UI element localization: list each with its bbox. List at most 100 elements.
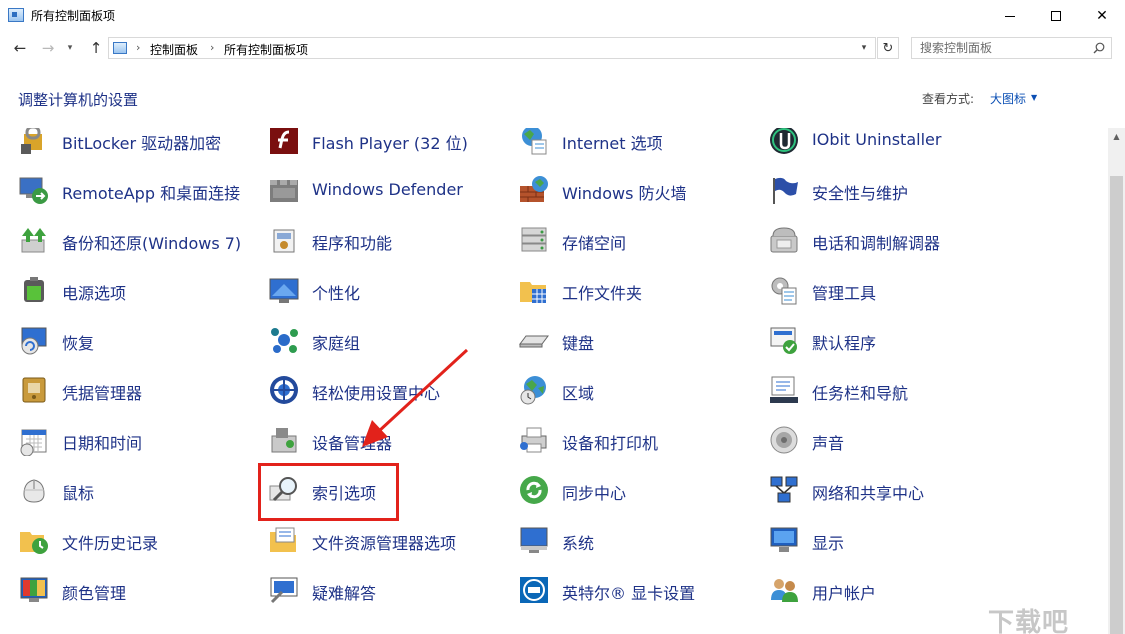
- scroll-thumb[interactable]: [1110, 176, 1123, 634]
- maximize-button[interactable]: [1033, 0, 1079, 32]
- bitlocker-icon: [18, 128, 50, 156]
- control-panel-item[interactable]: 区域: [518, 372, 758, 408]
- defender-icon: [268, 174, 300, 206]
- control-panel-item[interactable]: 凭据管理器: [18, 372, 258, 408]
- control-panel-item[interactable]: 任务栏和导航: [768, 372, 1008, 408]
- search-box[interactable]: [911, 37, 1112, 59]
- search-icon[interactable]: [1093, 42, 1105, 54]
- control-panel-item[interactable]: 文件资源管理器选项: [268, 522, 508, 558]
- battery-icon: [18, 274, 50, 306]
- control-panel-item[interactable]: Flash Player (32 位): [268, 128, 508, 158]
- chevron-down-icon[interactable]: ▼: [1031, 93, 1037, 102]
- control-panel-item-label: 用户帐户: [812, 580, 876, 604]
- control-panel-item[interactable]: 显示: [768, 522, 1008, 558]
- control-panel-item[interactable]: Windows Defender: [268, 172, 508, 208]
- control-panel-item-label: 个性化: [312, 280, 360, 304]
- control-panel-item[interactable]: 安全性与维护: [768, 172, 1008, 208]
- forward-button[interactable]: →: [38, 38, 58, 58]
- control-panel-item[interactable]: 程序和功能: [268, 222, 508, 258]
- scroll-up-button[interactable]: ▲: [1108, 128, 1125, 145]
- breadcrumb-all-items[interactable]: 所有控制面板项: [224, 41, 308, 58]
- minimize-button[interactable]: [987, 0, 1033, 32]
- control-panel-item[interactable]: 备份和还原(Windows 7): [18, 222, 258, 258]
- control-panel-item[interactable]: Internet 选项: [518, 128, 758, 158]
- control-panel-item[interactable]: 恢复: [18, 322, 258, 358]
- control-panel-item-label: 工作文件夹: [562, 280, 642, 304]
- control-panel-item-label: 英特尔® 显卡设置: [562, 580, 695, 604]
- control-panel-item[interactable]: IObit Uninstaller: [768, 128, 1008, 158]
- control-panel-item-label: Windows Defender: [312, 180, 463, 199]
- backup-icon: [18, 224, 50, 256]
- control-panel-item[interactable]: 电源选项: [18, 272, 258, 308]
- control-panel-item[interactable]: 疑难解答: [268, 572, 508, 608]
- datetime-icon: [18, 424, 50, 456]
- control-panel-item-label: 家庭组: [312, 330, 360, 354]
- iobit-icon: [768, 128, 800, 156]
- control-panel-item[interactable]: 用户帐户: [768, 572, 1008, 608]
- forward-arrow-icon: →: [42, 39, 55, 57]
- keyboard-icon: [518, 324, 550, 356]
- control-panel-item[interactable]: 英特尔® 显卡设置: [518, 572, 758, 608]
- control-panel-item[interactable]: 颜色管理: [18, 572, 258, 608]
- control-panel-item-label: 设备和打印机: [562, 430, 658, 454]
- control-panel-item[interactable]: 设备和打印机: [518, 422, 758, 458]
- chevron-down-icon: ▾: [862, 43, 867, 53]
- control-panel-item[interactable]: 存储空间: [518, 222, 758, 258]
- back-button[interactable]: ←: [10, 38, 30, 58]
- control-panel-item-label: 区域: [562, 380, 594, 404]
- flag-icon: [768, 174, 800, 206]
- control-panel-item-label: 电源选项: [62, 280, 126, 304]
- search-input[interactable]: [912, 38, 1090, 58]
- remoteapp-icon: [18, 174, 50, 206]
- control-panel-item[interactable]: Windows 防火墙: [518, 172, 758, 208]
- explorer-options-icon: [268, 524, 300, 556]
- navigation-bar: ← → ▾ ↑ › 控制面板 › 所有控制面板项 ▾ ↻: [0, 32, 1125, 64]
- control-panel-items: BitLocker 驱动器加密 Flash Player (32 位) Intern…: [0, 128, 1108, 634]
- recent-locations-button[interactable]: ▾: [63, 38, 77, 58]
- phone-icon: [768, 224, 800, 256]
- address-bar[interactable]: › 控制面板 › 所有控制面板项 ▾: [108, 37, 876, 59]
- ease-of-access-icon: [268, 374, 300, 406]
- control-panel-item[interactable]: 默认程序: [768, 322, 1008, 358]
- control-panel-item[interactable]: 声音: [768, 422, 1008, 458]
- control-panel-item[interactable]: 轻松使用设置中心: [268, 372, 508, 408]
- control-panel-item-label: 日期和时间: [62, 430, 142, 454]
- control-panel-item-label: 程序和功能: [312, 230, 392, 254]
- credential-icon: [18, 374, 50, 406]
- up-button[interactable]: ↑: [86, 38, 106, 58]
- control-panel-item-label: 凭据管理器: [62, 380, 142, 404]
- refresh-button[interactable]: ↻: [877, 37, 899, 59]
- control-panel-item[interactable]: RemoteApp 和桌面连接: [18, 172, 258, 208]
- control-panel-item[interactable]: 管理工具: [768, 272, 1008, 308]
- control-panel-item[interactable]: 工作文件夹: [518, 272, 758, 308]
- vertical-scrollbar[interactable]: ▲: [1108, 128, 1125, 634]
- control-panel-item[interactable]: 日期和时间: [18, 422, 258, 458]
- control-panel-item[interactable]: 电话和调制解调器: [768, 222, 1008, 258]
- address-dropdown-button[interactable]: ▾: [855, 39, 873, 57]
- control-panel-item[interactable]: 键盘: [518, 322, 758, 358]
- control-panel-item-label: IObit Uninstaller: [812, 130, 941, 149]
- intel-icon: [518, 574, 550, 606]
- control-panel-item[interactable]: 网络和共享中心: [768, 472, 1008, 508]
- annotation-highlight-box: [258, 463, 399, 521]
- work-folder-icon: [518, 274, 550, 306]
- control-panel-item[interactable]: 系统: [518, 522, 758, 558]
- control-panel-item[interactable]: BitLocker 驱动器加密: [18, 128, 258, 158]
- control-panel-item[interactable]: 个性化: [268, 272, 508, 308]
- control-panel-item-label: 默认程序: [812, 330, 876, 354]
- control-panel-item-label: BitLocker 驱动器加密: [62, 130, 221, 154]
- close-button[interactable]: ✕: [1079, 0, 1125, 32]
- control-panel-icon: [8, 8, 24, 22]
- control-panel-item[interactable]: 家庭组: [268, 322, 508, 358]
- view-by-label: 查看方式:: [922, 90, 974, 107]
- view-by-dropdown[interactable]: 大图标: [990, 90, 1026, 107]
- breadcrumb-control-panel[interactable]: 控制面板: [150, 41, 198, 58]
- control-panel-item[interactable]: 鼠标: [18, 472, 258, 508]
- control-panel-item[interactable]: 设备管理器: [268, 422, 508, 458]
- up-arrow-icon: ↑: [90, 39, 103, 57]
- control-panel-item[interactable]: 文件历史记录: [18, 522, 258, 558]
- breadcrumb-separator-icon[interactable]: ›: [210, 41, 214, 54]
- programs-icon: [268, 224, 300, 256]
- control-panel-item[interactable]: 同步中心: [518, 472, 758, 508]
- refresh-icon: ↻: [883, 41, 894, 56]
